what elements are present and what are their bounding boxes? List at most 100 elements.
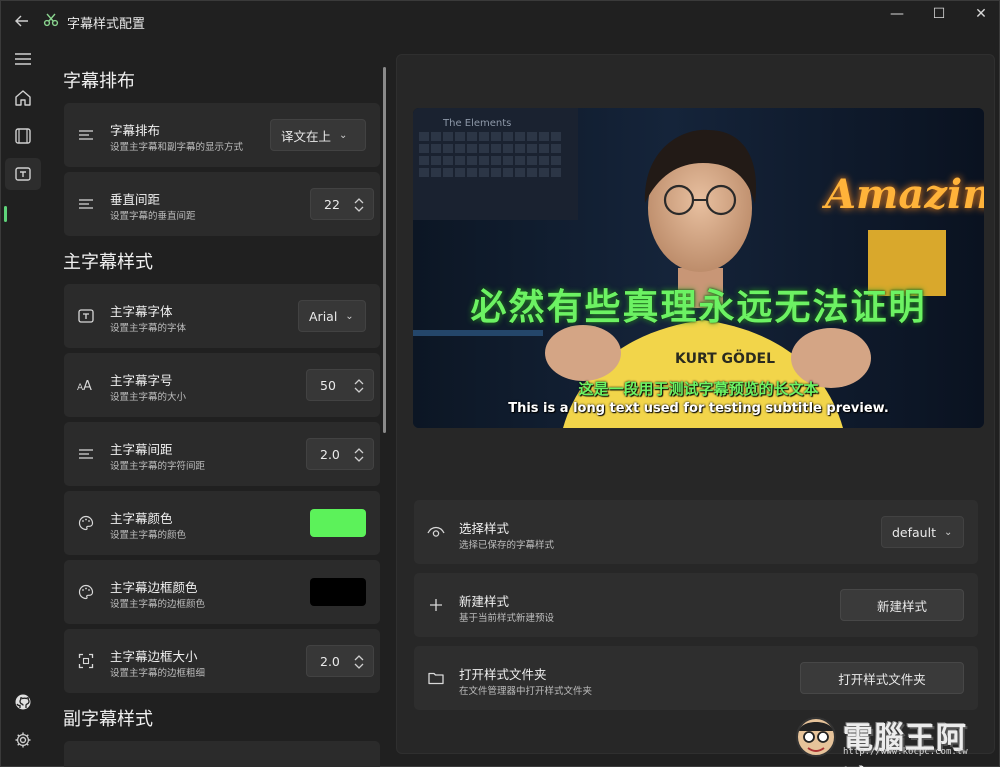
main-size-card: AA 主字幕字号 设置主字幕的大小 50 — [64, 353, 380, 417]
main-border-size-title: 主字幕边框大小 — [110, 649, 198, 664]
palette-icon — [76, 513, 96, 533]
preview-secondary-subtitle-zh: 这是一段用于测试字幕预览的长文本 — [578, 380, 819, 398]
home-icon[interactable] — [5, 82, 41, 114]
section-title-layout: 字幕排布 — [63, 71, 135, 92]
open-folder-subtitle: 在文件管理器中打开样式文件夹 — [459, 686, 593, 697]
open-folder-title: 打开样式文件夹 — [459, 667, 547, 682]
section-title-main-style: 主字幕样式 — [63, 252, 153, 273]
chevron-down-icon: ⌄ — [345, 310, 354, 322]
align-left-icon — [76, 194, 96, 214]
back-arrow-icon[interactable] — [11, 10, 33, 32]
sub-style-card-partial — [64, 741, 380, 767]
window-title: 字幕样式配置 — [67, 17, 146, 32]
select-style-card: 选择样式 选择已保存的字幕样式 default ⌄ — [414, 500, 978, 564]
neon-sign-text: Amazin — [821, 171, 984, 218]
menu-icon[interactable] — [5, 43, 41, 75]
main-color-card: 主字幕颜色 设置主字幕的颜色 — [64, 491, 380, 555]
main-font-card: 主字幕字体 设置主字幕的字体 Arial ⌄ — [64, 284, 380, 348]
align-left-icon — [76, 125, 96, 145]
main-font-value: Arial — [309, 308, 338, 324]
main-font-title: 主字幕字体 — [110, 304, 173, 319]
palette-icon — [76, 582, 96, 602]
vertical-spacing-spinbox[interactable]: 22 — [310, 188, 374, 220]
main-letter-spacing-spinbox[interactable]: 2.0 — [306, 438, 374, 470]
main-font-subtitle: 设置主字幕的字体 — [110, 323, 187, 334]
up-down-arrow-icon[interactable] — [353, 195, 365, 215]
preview-panel: The Elements Amazin KURT GÖDEL 必然有些真理永远无… — [396, 54, 995, 754]
main-color-title: 主字幕颜色 — [110, 511, 173, 526]
plus-icon — [426, 595, 446, 615]
board-label: The Elements — [442, 118, 511, 129]
layout-dropdown[interactable]: 译文在上 ⌄ — [270, 119, 366, 151]
style-preset-value: default — [892, 524, 936, 540]
active-indicator — [4, 206, 7, 222]
minimize-button[interactable]: — — [877, 3, 917, 25]
main-color-swatch[interactable] — [310, 509, 366, 537]
open-folder-button[interactable]: 打开样式文件夹 — [800, 662, 964, 694]
main-border-size-subtitle: 设置主字幕的边框粗细 — [110, 668, 206, 679]
settings-panel[interactable]: 字幕排布 字幕排布 设置主字幕和副字幕的显示方式 译文在上 ⌄ 垂直间距 设置字… — [45, 45, 391, 767]
new-style-card: 新建样式 基于当前样式新建预设 新建样式 — [414, 573, 978, 637]
main-border-color-subtitle: 设置主字幕的边框颜色 — [110, 599, 206, 610]
watermark: 電腦王阿達 http://www.kocpc.com.tw — [793, 711, 993, 767]
main-size-title: 主字幕字号 — [110, 373, 173, 388]
vertical-spacing-title: 垂直间距 — [110, 192, 161, 207]
section-title-sub-style: 副字幕样式 — [63, 709, 153, 730]
up-down-arrow-icon[interactable] — [353, 652, 365, 672]
subtitle-icon[interactable] — [5, 158, 41, 190]
main-size-subtitle: 设置主字幕的大小 — [110, 392, 187, 403]
main-border-color-swatch[interactable] — [310, 578, 366, 606]
main-border-size-spinbox[interactable]: 2.0 — [306, 645, 374, 677]
watermark-text: 電腦王阿達 — [843, 721, 967, 767]
chevron-down-icon: ⌄ — [339, 129, 348, 141]
main-font-dropdown[interactable]: Arial ⌄ — [298, 300, 366, 332]
vertical-spacing-subtitle: 设置字幕的垂直间距 — [110, 211, 196, 222]
new-style-button[interactable]: 新建样式 — [840, 589, 964, 621]
new-style-subtitle: 基于当前样式新建预设 — [459, 613, 555, 624]
border-size-icon — [76, 651, 96, 671]
title-bar: 字幕样式配置 — ☐ ✕ — [1, 1, 1000, 41]
shirt-print-text: KURT GÖDEL — [675, 349, 775, 367]
maximize-button[interactable]: ☐ — [919, 3, 959, 25]
watermark-mascot-icon — [796, 717, 836, 757]
folder-icon — [426, 668, 446, 688]
up-down-arrow-icon[interactable] — [353, 445, 365, 465]
main-size-value: 50 — [320, 378, 336, 393]
main-border-size-card: 主字幕边框大小 设置主字幕的边框粗细 2.0 — [64, 629, 380, 693]
chevron-down-icon: ⌄ — [943, 526, 953, 538]
watermark-url: http://www.kocpc.com.tw — [843, 747, 968, 757]
main-letter-spacing-value: 2.0 — [320, 447, 340, 462]
main-letter-spacing-card: 主字幕间距 设置主字幕的字符间距 2.0 — [64, 422, 380, 486]
layout-card: 字幕排布 设置主字幕和副字幕的显示方式 译文在上 ⌄ — [64, 103, 380, 167]
open-folder-card: 打开样式文件夹 在文件管理器中打开样式文件夹 打开样式文件夹 — [414, 646, 978, 710]
layout-dropdown-value: 译文在上 — [281, 128, 332, 144]
vertical-spacing-card: 垂直间距 设置字幕的垂直间距 22 — [64, 172, 380, 236]
vertical-spacing-value: 22 — [324, 197, 340, 212]
layout-subtitle: 设置主字幕和副字幕的显示方式 — [110, 142, 244, 153]
main-letter-spacing-title: 主字幕间距 — [110, 442, 173, 457]
main-letter-spacing-subtitle: 设置主字幕的字符间距 — [110, 461, 206, 472]
subtitle-preview: The Elements Amazin KURT GÖDEL 必然有些真理永远无… — [413, 108, 984, 428]
main-size-spinbox[interactable]: 50 — [306, 369, 374, 401]
settings-scrollbar[interactable] — [383, 67, 386, 433]
film-icon[interactable] — [5, 120, 41, 152]
select-style-subtitle: 选择已保存的字幕样式 — [459, 540, 555, 551]
main-border-color-title: 主字幕边框颜色 — [110, 580, 198, 595]
main-border-color-card: 主字幕边框颜色 设置主字幕的边框颜色 — [64, 560, 380, 624]
up-down-arrow-icon[interactable] — [353, 376, 365, 396]
preview-main-subtitle: 必然有些真理永远无法证明 — [470, 287, 927, 328]
svg-text:A: A — [83, 379, 92, 392]
github-icon[interactable] — [5, 686, 41, 718]
eye-icon — [426, 522, 446, 542]
select-style-title: 选择样式 — [459, 521, 510, 536]
align-left-icon — [76, 444, 96, 464]
preview-secondary-subtitle-en: This is a long text used for testing sub… — [508, 401, 889, 416]
new-style-title: 新建样式 — [459, 594, 510, 609]
style-preset-dropdown[interactable]: default ⌄ — [881, 516, 964, 548]
text-box-icon — [76, 306, 96, 326]
main-color-subtitle: 设置主字幕的颜色 — [110, 530, 187, 541]
app-window: 字幕样式配置 — ☐ ✕ 字幕排布 字幕排布 设置主字幕和副字幕的显示方式 译文… — [0, 0, 1000, 767]
app-logo-icon — [43, 12, 59, 28]
close-button[interactable]: ✕ — [961, 3, 1000, 25]
gear-icon[interactable] — [5, 724, 41, 756]
